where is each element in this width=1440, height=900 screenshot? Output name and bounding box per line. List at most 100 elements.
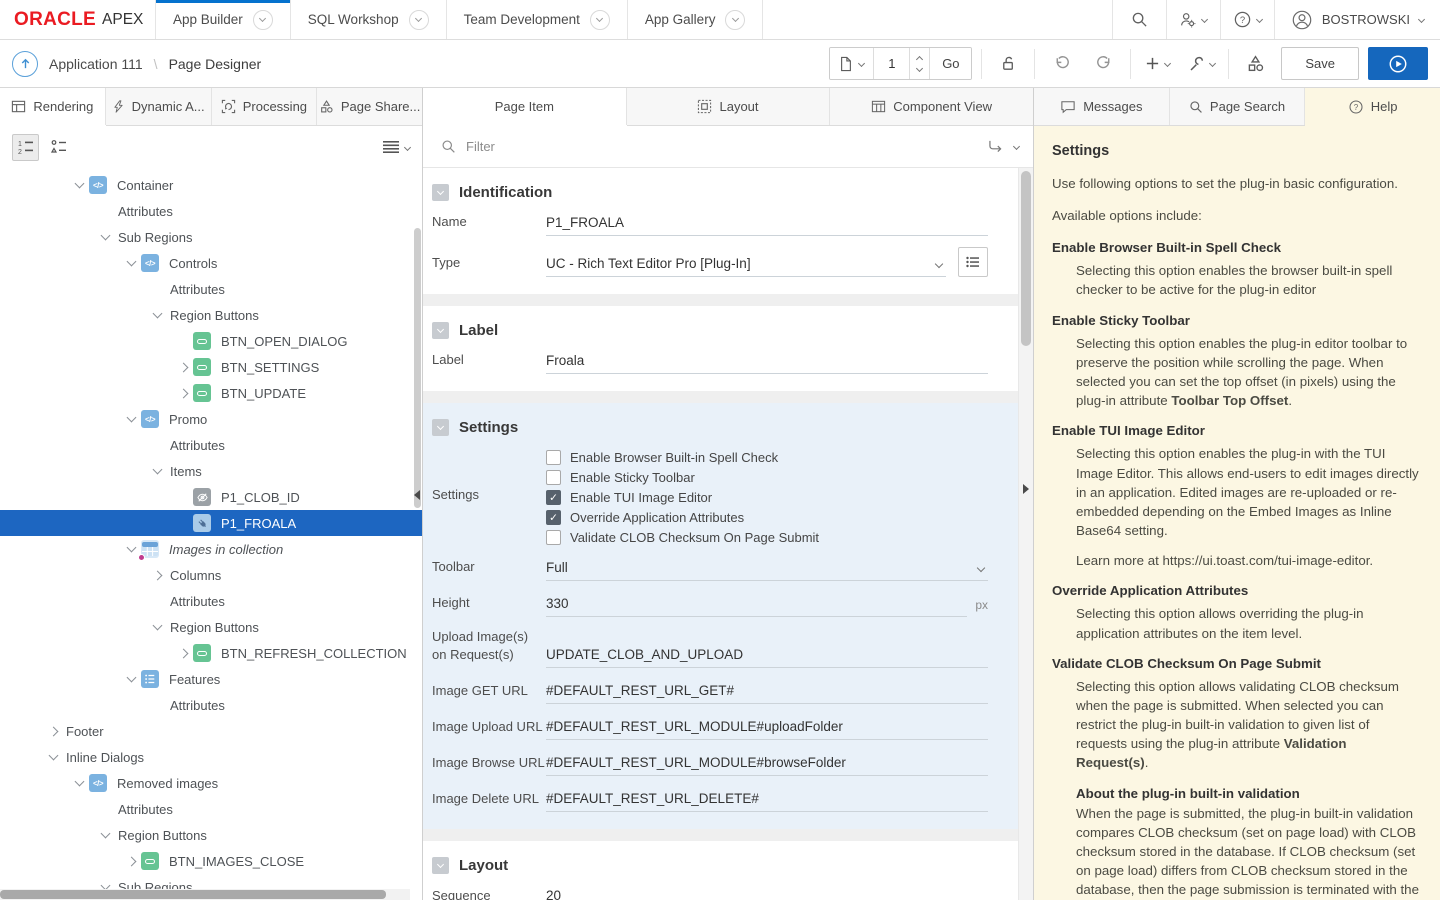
checkbox-unchecked-icon[interactable] bbox=[546, 530, 561, 545]
tab-help[interactable]: ? Help bbox=[1305, 88, 1440, 125]
tree-expand-icon[interactable] bbox=[43, 744, 63, 770]
tab-component-view[interactable]: Component View bbox=[830, 88, 1033, 125]
collapse-section-icon[interactable] bbox=[432, 322, 449, 339]
tree-item-btn-open-dialog[interactable]: BTN_OPEN_DIALOG bbox=[0, 328, 422, 354]
spinner-up-icon[interactable] bbox=[916, 55, 923, 62]
tree-expand-icon[interactable] bbox=[121, 666, 141, 692]
undo-button[interactable] bbox=[1044, 47, 1078, 80]
goto-group-icon[interactable] bbox=[987, 140, 1004, 153]
tree-expand-icon[interactable] bbox=[147, 458, 167, 484]
save-button[interactable]: Save bbox=[1281, 47, 1359, 80]
chevron-down-icon[interactable] bbox=[253, 10, 273, 30]
tree-item-attributes[interactable]: Attributes bbox=[0, 432, 422, 458]
tab-sql-workshop[interactable]: SQL Workshop bbox=[291, 0, 447, 39]
tab-processing[interactable]: Processing bbox=[212, 88, 318, 125]
up-arrow-icon[interactable] bbox=[12, 51, 38, 77]
run-button[interactable] bbox=[1368, 47, 1428, 80]
checkbox-enable-tui-image-editor[interactable]: ✓Enable TUI Image Editor bbox=[546, 490, 819, 505]
tree-expand-icon[interactable] bbox=[147, 562, 167, 588]
lock-button[interactable] bbox=[991, 47, 1025, 80]
tree-item-promo[interactable]: </>Promo bbox=[0, 406, 422, 432]
tree-expand-icon[interactable] bbox=[95, 224, 115, 250]
checkbox-checked-icon[interactable]: ✓ bbox=[546, 510, 561, 525]
chevron-down-icon[interactable] bbox=[725, 10, 745, 30]
tree-item-features[interactable]: Features bbox=[0, 666, 422, 692]
collapse-right-panel-icon[interactable] bbox=[1023, 484, 1029, 494]
checkbox-validate-clob-checksum-on-page-submit[interactable]: Validate CLOB Checksum On Page Submit bbox=[546, 530, 819, 545]
tree-item-sub-regions[interactable]: Sub Regions bbox=[0, 224, 422, 250]
tree-menu-button[interactable] bbox=[383, 141, 410, 153]
shared-components-button[interactable] bbox=[1238, 47, 1272, 80]
filter-input[interactable] bbox=[466, 139, 977, 154]
tree-item-attributes[interactable]: Attributes bbox=[0, 198, 422, 224]
tree-item-region-buttons[interactable]: Region Buttons bbox=[0, 614, 422, 640]
tab-page-item[interactable]: Page Item bbox=[423, 88, 627, 125]
tab-dynamic-actions[interactable]: Dynamic A... bbox=[106, 88, 212, 125]
tab-page-search[interactable]: Page Search bbox=[1170, 88, 1306, 125]
text-field[interactable]: P1_FROALA bbox=[546, 211, 988, 236]
tree-item-removed-images[interactable]: </>Removed images bbox=[0, 770, 422, 796]
tab-messages[interactable]: Messages bbox=[1034, 88, 1170, 125]
ordered-view-button[interactable]: 12 bbox=[12, 134, 39, 161]
utilities-button[interactable] bbox=[1183, 47, 1219, 80]
tab-app-gallery[interactable]: App Gallery bbox=[628, 0, 764, 39]
tree-item-inline-dialogs[interactable]: Inline Dialogs bbox=[0, 744, 422, 770]
chevron-down-icon[interactable] bbox=[590, 10, 610, 30]
text-field[interactable]: 330 bbox=[546, 592, 967, 617]
text-field[interactable]: #DEFAULT_REST_URL_MODULE#uploadFolder bbox=[546, 715, 988, 740]
search-button[interactable] bbox=[1112, 0, 1166, 39]
administration-button[interactable] bbox=[1166, 0, 1220, 39]
tab-app-builder[interactable]: App Builder bbox=[155, 0, 291, 39]
grouped-view-button[interactable] bbox=[45, 134, 72, 161]
page-number-input[interactable] bbox=[873, 48, 909, 79]
tab-team-development[interactable]: Team Development bbox=[447, 0, 628, 39]
collapse-section-icon[interactable] bbox=[432, 857, 449, 874]
collapse-section-icon[interactable] bbox=[432, 184, 449, 201]
tab-layout[interactable]: Layout bbox=[627, 88, 831, 125]
chevron-down-icon[interactable] bbox=[409, 10, 429, 30]
tree-item-controls[interactable]: </>Controls bbox=[0, 250, 422, 276]
list-of-values-button[interactable] bbox=[958, 247, 988, 277]
tree-expand-icon[interactable] bbox=[173, 354, 193, 380]
scrollbar-thumb[interactable] bbox=[0, 890, 386, 899]
collapse-left-panel-icon[interactable] bbox=[414, 490, 420, 500]
tree-item-btn-refresh-collection[interactable]: BTN_REFRESH_COLLECTION bbox=[0, 640, 422, 666]
tree-item-container[interactable]: </>Container bbox=[0, 172, 422, 198]
form-vertical-scrollbar[interactable] bbox=[1018, 168, 1033, 900]
tree-item-region-buttons[interactable]: Region Buttons bbox=[0, 302, 422, 328]
select-field[interactable]: Full bbox=[546, 556, 988, 581]
checkbox-override-application-attributes[interactable]: ✓Override Application Attributes bbox=[546, 510, 819, 525]
tree-item-images-in-collection[interactable]: Images in collection bbox=[0, 536, 422, 562]
tree-item-btn-images-close[interactable]: BTN_IMAGES_CLOSE bbox=[0, 848, 422, 874]
checkbox-enable-sticky-toolbar[interactable]: Enable Sticky Toolbar bbox=[546, 470, 819, 485]
tree-item-btn-update[interactable]: BTN_UPDATE bbox=[0, 380, 422, 406]
create-button[interactable] bbox=[1140, 47, 1174, 80]
tree-item-attributes[interactable]: Attributes bbox=[0, 588, 422, 614]
tree-expand-icon[interactable] bbox=[147, 302, 167, 328]
tree-item-p1-froala[interactable]: P1_FROALA bbox=[0, 510, 422, 536]
tab-rendering[interactable]: Rendering bbox=[0, 88, 106, 125]
checkbox-unchecked-icon[interactable] bbox=[546, 450, 561, 465]
checkbox-checked-icon[interactable]: ✓ bbox=[546, 490, 561, 505]
checkbox-unchecked-icon[interactable] bbox=[546, 470, 561, 485]
collapse-section-icon[interactable] bbox=[432, 419, 449, 436]
account-menu-button[interactable]: BOSTROWSKI bbox=[1274, 0, 1440, 39]
text-field[interactable]: Froala bbox=[546, 349, 988, 374]
tree-expand-icon[interactable] bbox=[147, 614, 167, 640]
tree-expand-icon[interactable] bbox=[173, 380, 193, 406]
tree-expand-icon[interactable] bbox=[121, 848, 141, 874]
tree-item-btn-settings[interactable]: BTN_SETTINGS bbox=[0, 354, 422, 380]
tree-item-region-buttons[interactable]: Region Buttons bbox=[0, 822, 422, 848]
text-field[interactable]: #DEFAULT_REST_URL_GET# bbox=[546, 679, 988, 704]
tree-expand-icon[interactable] bbox=[95, 822, 115, 848]
tree-item-footer[interactable]: Footer bbox=[0, 718, 422, 744]
tree-expand-icon[interactable] bbox=[69, 770, 89, 796]
tree-item-columns[interactable]: Columns bbox=[0, 562, 422, 588]
breadcrumb-application[interactable]: Application 111 bbox=[49, 56, 143, 72]
text-field[interactable]: #DEFAULT_REST_URL_DELETE# bbox=[546, 787, 988, 812]
help-menu-button[interactable]: ? bbox=[1220, 0, 1274, 39]
chevron-down-icon[interactable] bbox=[935, 260, 943, 268]
text-field[interactable]: 20 bbox=[546, 884, 988, 900]
tree-vertical-scrollbar[interactable] bbox=[414, 228, 421, 508]
text-field[interactable]: #DEFAULT_REST_URL_MODULE#browseFolder bbox=[546, 751, 988, 776]
